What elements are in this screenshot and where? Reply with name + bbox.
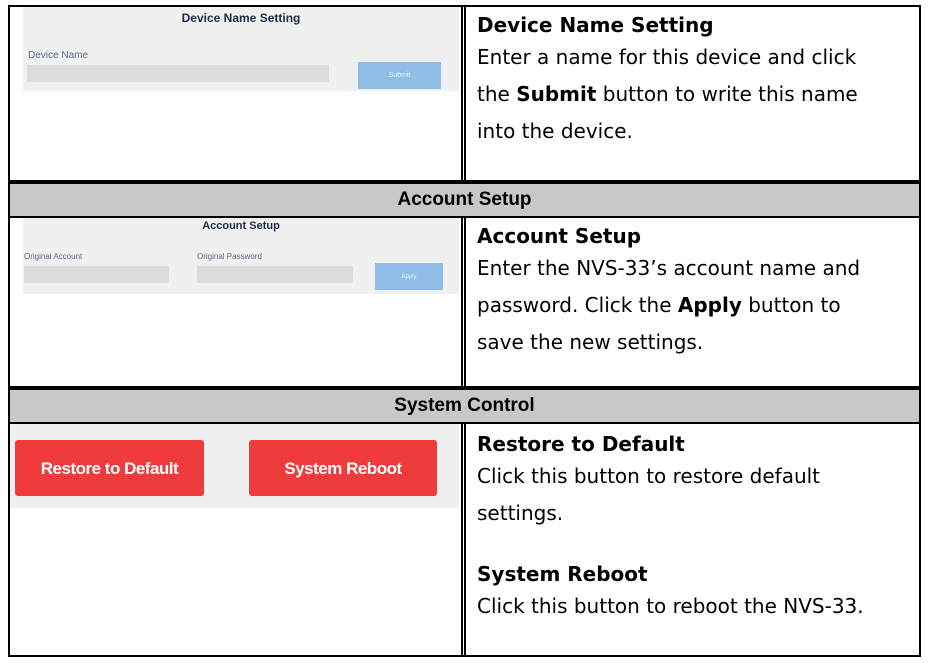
submit-button[interactable]: Submit: [358, 62, 441, 89]
desc-line: password. Click the Apply button to: [477, 293, 841, 317]
settings-table: Device Name Setting Device Name Submit D…: [8, 5, 921, 657]
original-password-input[interactable]: [197, 266, 353, 283]
account-setup-description: Account Setup Enter the NVS-33’s account…: [477, 222, 913, 361]
system-control-panel: Restore to Default System Reboot: [10, 424, 459, 508]
desc-line: Click this button to restore default: [477, 464, 821, 488]
device-name-description: Device Name Setting Enter a name for thi…: [477, 11, 913, 150]
column-divider: [461, 7, 466, 180]
account-setup-panel: Account Setup Original Account Original …: [23, 218, 459, 294]
device-name-label: Device Name: [28, 50, 89, 61]
account-setup-panel-title: Account Setup: [202, 220, 280, 232]
device-name-input[interactable]: [27, 65, 329, 82]
column-divider: [461, 424, 466, 655]
restore-desc-title: Restore to Default: [477, 432, 685, 456]
system-control-description: Restore to Default Click this button to …: [477, 430, 913, 625]
apply-keyword: Apply: [677, 293, 742, 317]
account-setup-desc-title: Account Setup: [477, 224, 642, 248]
device-name-panel-title: Device Name Setting: [181, 11, 301, 25]
desc-line: settings.: [477, 501, 564, 525]
desc-line: into the device.: [477, 119, 633, 143]
desc-line: Enter a name for this device and click: [477, 45, 857, 69]
desc-line: Click this button to reboot the NVS-33.: [477, 594, 864, 618]
system-reboot-button[interactable]: System Reboot: [249, 440, 437, 496]
device-name-panel: Device Name Setting Device Name Submit: [23, 7, 459, 91]
desc-line: Enter the NVS-33’s account name and: [477, 256, 861, 280]
submit-keyword: Submit: [516, 82, 597, 106]
original-password-label: Original Password: [197, 252, 262, 261]
restore-to-default-button[interactable]: Restore to Default: [15, 440, 204, 496]
original-account-label: Original Account: [24, 252, 83, 261]
desc-line: the Submit button to write this name: [477, 82, 858, 106]
apply-button[interactable]: Apply: [375, 263, 443, 290]
system-control-header: System Control: [10, 390, 919, 422]
column-divider: [461, 218, 466, 386]
desc-line: save the new settings.: [477, 330, 704, 354]
account-setup-header: Account Setup: [10, 184, 919, 216]
reboot-desc-title: System Reboot: [477, 562, 648, 586]
device-name-desc-title: Device Name Setting: [477, 13, 714, 37]
original-account-input[interactable]: [24, 266, 169, 283]
